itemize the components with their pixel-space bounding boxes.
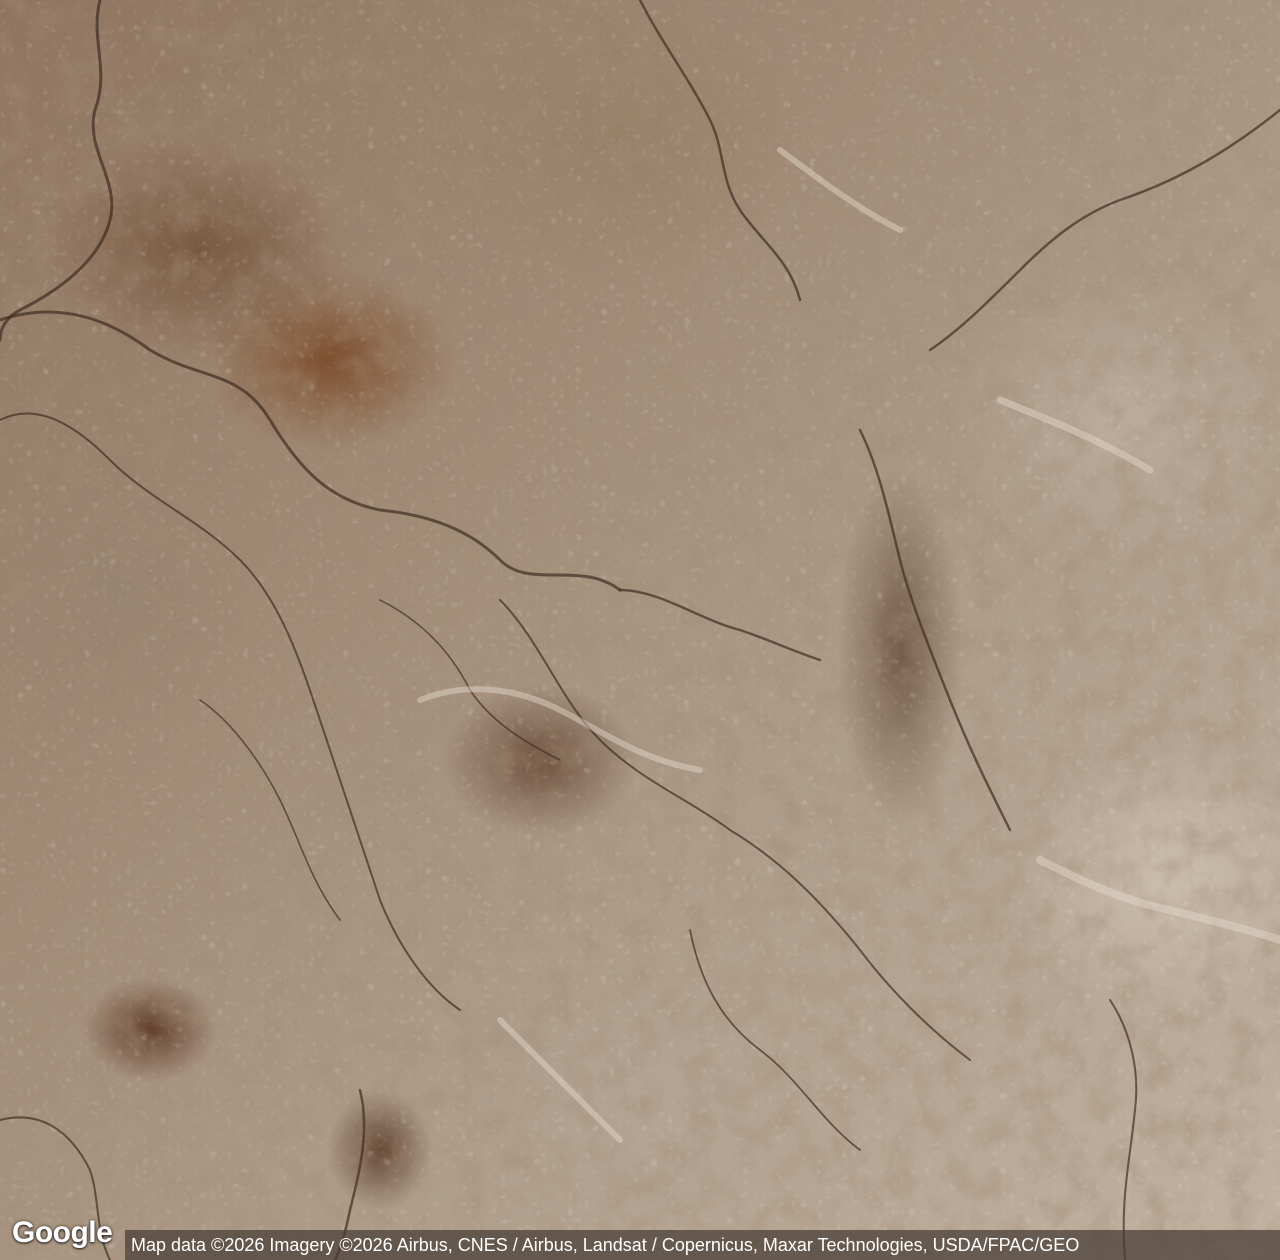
- map-attribution[interactable]: Map data ©2026 Imagery ©2026 Airbus, CNE…: [125, 1230, 1280, 1260]
- satellite-map[interactable]: Google Map data ©2026 Imagery ©2026 Airb…: [0, 0, 1280, 1260]
- google-logo: Google: [12, 1216, 113, 1249]
- attribution-text: Map data ©2026 Imagery ©2026 Airbus, CNE…: [131, 1234, 1080, 1255]
- terrain-texture: [0, 0, 1280, 1260]
